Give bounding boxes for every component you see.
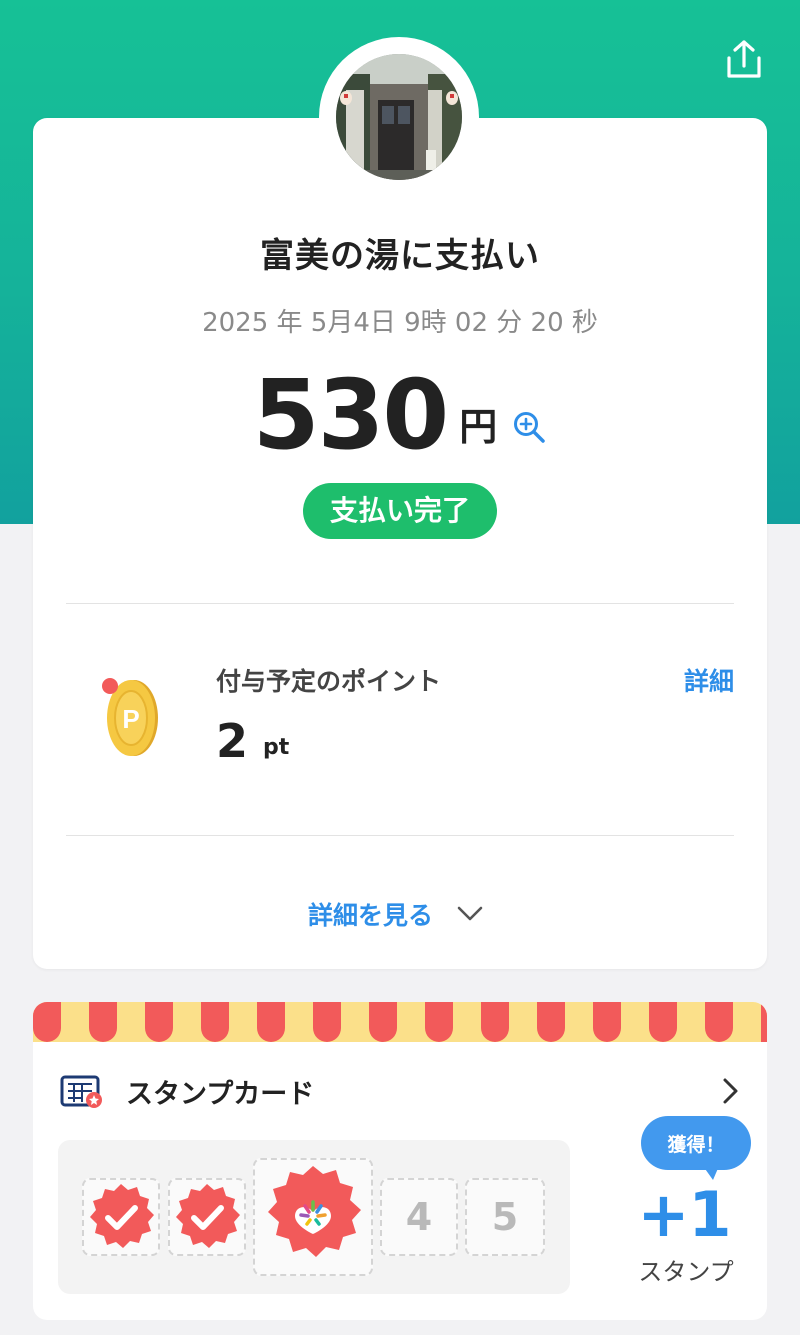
status-badge: 支払い完了 [303,483,497,539]
stamp-slot-2 [168,1178,246,1256]
stamp-card-title: スタンプカード [126,1079,315,1110]
points-value: 2 [216,714,249,768]
stamp-slot-number: 5 [491,1195,519,1239]
stamp-slot-3 [253,1158,373,1276]
stamp-slot-4: 4 [380,1178,458,1256]
amount-row: 530 円 [33,355,767,465]
amount-value: 530 [252,359,449,471]
transaction-datetime: 2025 年 5月4日 9時 02 分 20 秒 [202,308,598,338]
awning-decoration [33,1002,767,1042]
chevron-down-icon [457,906,483,921]
merchant-photo [336,54,462,180]
see-details-label: 詳細を見る [308,901,434,930]
amount-currency: 円 [459,405,498,449]
chevron-right-icon[interactable] [720,1076,742,1106]
point-coin-icon: P [100,674,162,758]
see-details-button[interactable]: 詳細を見る [308,896,483,932]
check-stamp-icon [90,1184,154,1248]
stamp-slot-1 [82,1178,160,1256]
stamp-slot-5: 5 [465,1178,545,1256]
new-stamp-icon [268,1166,361,1257]
stamp-card-icon [60,1074,104,1110]
divider [66,603,734,604]
stamp-slot-number: 4 [405,1195,433,1239]
zoom-in-icon[interactable] [511,409,547,445]
svg-text:P: P [122,704,139,734]
share-upload-icon [727,40,761,78]
points-label: 付与予定のポイント [216,667,442,696]
share-button[interactable] [722,38,766,82]
points-unit: pt [263,735,290,760]
earned-caption: スタンプ [638,1258,734,1286]
check-stamp-icon [176,1184,240,1248]
earned-badge-text: 獲得！ [667,1134,725,1156]
divider [66,835,734,836]
payment-title: 富美の湯に支払い [260,236,540,276]
earned-amount: +1 [637,1178,731,1251]
points-detail-link[interactable]: 詳細 [684,662,734,698]
